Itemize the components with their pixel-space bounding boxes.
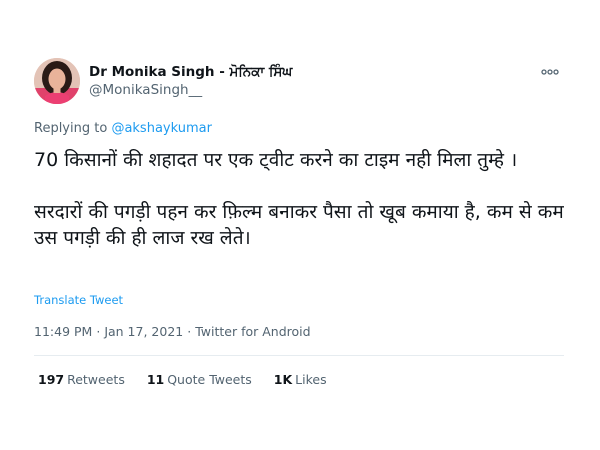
author-block: Dr Monika Singh - ਮੋਨਿਕਾ ਸਿੰਘ @MonikaSin… — [89, 63, 292, 100]
retweets-count: 197 — [38, 372, 65, 387]
likes-count: 1K — [273, 372, 293, 387]
translate-tweet-link[interactable]: Translate Tweet — [34, 293, 123, 307]
tweet-time[interactable]: 11:49 PM — [34, 324, 92, 339]
tweet-paragraph: 70 किसानों की शहादत पर एक ट्वीट करने का … — [34, 149, 518, 171]
retweets-label: Retweets — [67, 372, 125, 387]
tweet-source[interactable]: Twitter for Android — [195, 324, 310, 339]
avatar-image — [34, 58, 80, 104]
author-handle[interactable]: @MonikaSingh__ — [89, 81, 292, 100]
tweet-paragraph: सरदारों की पगड़ी पहन कर फ़िल्म बनाकर पैस… — [34, 201, 564, 249]
tweet-header: Dr Monika Singh - ਮੋਨਿਕਾ ਸਿੰਘ @MonikaSin… — [34, 58, 564, 108]
tweet-date[interactable]: Jan 17, 2021 — [104, 324, 183, 339]
tweet-text: 70 किसानों की शहादत पर एक ट्वीट करने का … — [34, 147, 564, 251]
replying-to: Replying to @akshaykumar — [34, 121, 212, 136]
avatar[interactable] — [34, 58, 80, 104]
more-horizontal-icon[interactable] — [540, 64, 560, 78]
replying-to-mention[interactable]: @akshaykumar — [111, 121, 212, 136]
likes-stat[interactable]: 1K Likes — [274, 372, 327, 387]
retweets-stat[interactable]: 197 Retweets — [38, 372, 125, 387]
meta-separator: · — [96, 324, 101, 339]
divider — [34, 355, 564, 356]
quote-tweets-stat[interactable]: 11 Quote Tweets — [147, 372, 252, 387]
quote-tweets-label: Quote Tweets — [167, 372, 252, 387]
author-display-name[interactable]: Dr Monika Singh - ਮੋਨਿਕਾ ਸਿੰਘ — [89, 63, 292, 81]
likes-label: Likes — [295, 372, 327, 387]
tweet-meta: 11:49 PM · Jan 17, 2021 · Twitter for Androi… — [34, 324, 311, 339]
replying-to-label: Replying to — [34, 121, 108, 136]
tweet-card: Dr Monika Singh - ਮੋਨਿਕਾ ਸਿੰਘ @MonikaSin… — [0, 0, 600, 450]
tweet-stats: 197 Retweets 11 Quote Tweets 1K Likes — [38, 372, 345, 387]
quote-tweets-count: 11 — [146, 372, 165, 387]
meta-separator: · — [187, 324, 192, 339]
